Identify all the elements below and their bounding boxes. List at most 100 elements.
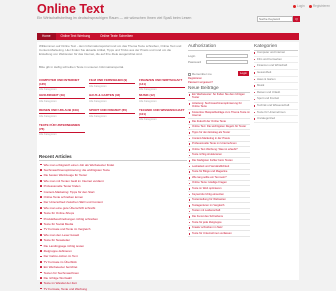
new-post-link[interactable]: Texten mit Leidenschaft	[192, 209, 220, 212]
category-title[interactable]: Film und Fernsehen (9)	[89, 78, 135, 83]
new-post-link[interactable]: Tipps für den Einstieg als Texter	[192, 131, 230, 134]
new-post-link[interactable]: Die Zukunft der Online Texte	[192, 120, 226, 123]
bullet-icon	[40, 212, 42, 214]
category-block[interactable]: Computer und Internet (135) Alle Kategori…	[39, 78, 85, 91]
bullet-icon	[40, 255, 42, 258]
recent-article-link[interactable]: Texte für Social Media	[44, 222, 74, 226]
category-link[interactable]: Musik	[254, 83, 298, 90]
recent-article-link[interactable]: Texte im Wandel der Zeit	[44, 281, 77, 285]
new-post-link[interactable]: Kreativ schreiben im Netz	[192, 226, 223, 229]
new-post-link[interactable]: Ein Werbetexter: So finden Sie den richt…	[192, 93, 245, 99]
category-link[interactable]: Uncategorized	[254, 116, 298, 123]
category-link[interactable]: Reisen und Urlaub	[254, 90, 298, 97]
category-block[interactable]: Musik (12) Alle Kategorien	[139, 93, 185, 103]
category-title[interactable]: Musik (12)	[139, 93, 185, 98]
new-post-item[interactable]: Anleitung: Suchmaschinenoptimierung für …	[188, 101, 250, 111]
remember-checkbox[interactable]	[188, 72, 191, 76]
category-block[interactable]: Technik und Wissenschaft (101) Alle Kateg…	[139, 108, 185, 121]
new-post-item[interactable]: Texte für Unternehmen verfassen	[188, 231, 250, 237]
recent-article-link[interactable]: Wie man den Leser fesselt	[44, 233, 80, 237]
search-button[interactable]: Q	[293, 16, 300, 22]
recent-article-link[interactable]: Suchmaschinenoptimierung: die wichtigste…	[44, 168, 110, 172]
new-post-link[interactable]: Lesbarkeit und Verständlichkeit	[192, 165, 229, 168]
category-link[interactable]: Computer und Internet	[254, 50, 298, 57]
recent-article-link[interactable]: Die richtige Wortwahl	[44, 276, 72, 280]
new-post-link[interactable]: Keywords richtig einsetzen	[192, 193, 224, 196]
new-post-link[interactable]: Texterstellung für Webseiten	[192, 198, 226, 201]
recent-article-link[interactable]: Die Landingpage richtig texten	[44, 244, 85, 248]
new-post-link[interactable]: Texte für Blogs und Magazine	[192, 170, 227, 173]
top-link-login[interactable]: Login	[293, 4, 305, 8]
category-block[interactable]: Gesundheit (49) Alle Kategorien	[39, 93, 85, 103]
category-title[interactable]: Haus & Garten (42)	[89, 93, 135, 98]
category-block[interactable]: Reisen und Urlaub (109) Alle Kategorien	[39, 108, 85, 118]
new-posts-title: Neue Beiträge	[188, 86, 219, 91]
new-post-link[interactable]: Die häufigsten Fehler beim Texten	[192, 159, 233, 162]
category-title[interactable]: Technik und Wissenschaft (101)	[139, 108, 185, 116]
category-block[interactable]: Texte für Unternehmen (76) Alle Kategorie…	[39, 123, 85, 136]
category-link[interactable]: Haus & Garten	[254, 77, 298, 84]
new-post-item[interactable]: Kostenlos: Beispielbeiträge zum Thema Te…	[188, 110, 250, 120]
top-link-register[interactable]: Registrieren	[308, 4, 330, 8]
new-post-link[interactable]: Online Text Werbung: Was ist erlaubt?	[192, 148, 238, 151]
category-title[interactable]: Reisen und Urlaub (109)	[39, 108, 85, 113]
category-link[interactable]: Finanzen und Wirtschaft	[254, 63, 298, 71]
new-post-link[interactable]: Online Text: Die wichtigsten Regeln für …	[192, 125, 246, 128]
new-post-link[interactable]: Texte im Web optimieren	[192, 187, 222, 190]
new-post-link[interactable]: Texte richtig strukturieren	[192, 153, 222, 156]
category-block[interactable]: Finanzen und Wirtschaft (141) Alle Katego…	[139, 78, 185, 91]
recent-article-link[interactable]: Zielgruppe definieren	[44, 249, 72, 253]
recent-article-link[interactable]: Professionelle Texter finden	[44, 184, 81, 188]
new-post-link[interactable]: Content-Marketing in der Praxis	[192, 137, 230, 140]
category-title[interactable]: Finanzen und Wirtschaft (141)	[139, 78, 185, 86]
recent-article-link[interactable]: Der Unterschied zwischen SEO und Content	[44, 200, 103, 204]
category-title[interactable]: Computer und Internet (135)	[39, 78, 85, 86]
new-post-link[interactable]: Kostenlos: Beispielbeiträge zum Thema Te…	[192, 111, 250, 117]
new-post-link[interactable]: Texte für jede Zielgruppe	[192, 221, 222, 224]
recent-article-link[interactable]: Wie man erfolgreich einen Job als Werbet…	[44, 163, 114, 167]
new-post-link[interactable]: Online Texte: Häufige Fragen	[192, 181, 227, 184]
category-block[interactable]: Haus & Garten (42) Alle Kategorien	[89, 93, 135, 103]
nav-item-schreiben[interactable]: Online Texte Schreiben	[95, 33, 138, 40]
new-post-link[interactable]: Wie lang sollte ein Text sein?	[192, 176, 227, 179]
password-input[interactable]	[206, 59, 248, 64]
new-post-link[interactable]: Professionelle Texte im Unternehmen	[192, 142, 237, 145]
recent-article-link[interactable]: Wie man eine gute Überschrift schreibt	[44, 206, 96, 210]
recent-article-link[interactable]: Texte für Newsletter	[44, 238, 71, 242]
recent-article-link[interactable]: Die besten Werkzeuge für Texter	[44, 173, 88, 177]
recent-article-link[interactable]: TV Formate und Texte im Vergleich	[44, 227, 91, 231]
category-link[interactable]: Film und Fernsehen	[254, 57, 298, 64]
recent-article-link[interactable]: Ein Werbetexter berichtet	[44, 265, 78, 269]
recent-article-link[interactable]: Wie man mit Texten Geld im Internet verd…	[44, 179, 104, 183]
new-post-link[interactable]: Anleitung: Suchmaschinenoptimierung für …	[192, 102, 242, 108]
category-link[interactable]: Sport und Freizeit	[254, 96, 298, 104]
new-post-link[interactable]: Texte für Unternehmen verfassen	[192, 232, 232, 235]
recent-article-link[interactable]: Texten für Suchmaschinen	[44, 271, 79, 275]
category-title[interactable]: Texte für Unternehmen (76)	[39, 123, 85, 131]
recent-article-link[interactable]: TV Formate, Texte und Werbung	[44, 287, 87, 291]
category-title[interactable]: Gesundheit (49)	[39, 93, 85, 98]
search-input[interactable]: Suche Keyword	[257, 16, 293, 22]
nav-item-werbung[interactable]: Online Text Werbung	[56, 33, 96, 40]
site-title[interactable]: Online Text	[37, 2, 104, 16]
recent-article-link[interactable]: Der Call-to-Action im Text	[44, 254, 78, 258]
category-block[interactable]: Sport und Freizeit (65) Alle Kategorien	[89, 108, 135, 118]
new-post-link[interactable]: Textagenturen im Vergleich	[192, 204, 224, 207]
recent-article-link[interactable]: Produktbeschreibungen richtig schreiben	[44, 217, 98, 221]
forgot-password-link[interactable]: Passwort vergessen?	[188, 81, 213, 84]
new-post-item[interactable]: Ein Werbetexter: So finden Sie den richt…	[188, 92, 250, 102]
category-link[interactable]: Technik und Wissenschaft	[254, 103, 298, 110]
login-input[interactable]	[206, 53, 248, 58]
nav-item-home[interactable]: Home	[37, 33, 56, 40]
login-button[interactable]: Login	[238, 71, 249, 76]
recent-article-item[interactable]: TV Formate, Texte und Werbung	[39, 286, 187, 291]
recent-article-link[interactable]: Content-Marketing: Tipps für den Start	[44, 190, 95, 194]
recent-article-link[interactable]: TV Formate im Überblick	[44, 260, 77, 264]
category-title[interactable]: Sport und Freizeit (65)	[89, 108, 135, 113]
category-link[interactable]: Texte für Unternehmen	[254, 110, 298, 117]
recent-article-link[interactable]: Online Texte schreiben lernen	[44, 195, 84, 199]
new-post-link[interactable]: Die Kunst des Schreibens	[192, 215, 223, 218]
category-link[interactable]: Gesundheit	[254, 70, 298, 77]
recent-article-link[interactable]: Texte für Online-Shops	[44, 211, 75, 215]
category-block[interactable]: Film und Fernsehen (9) Alle Kategorien	[89, 78, 135, 88]
